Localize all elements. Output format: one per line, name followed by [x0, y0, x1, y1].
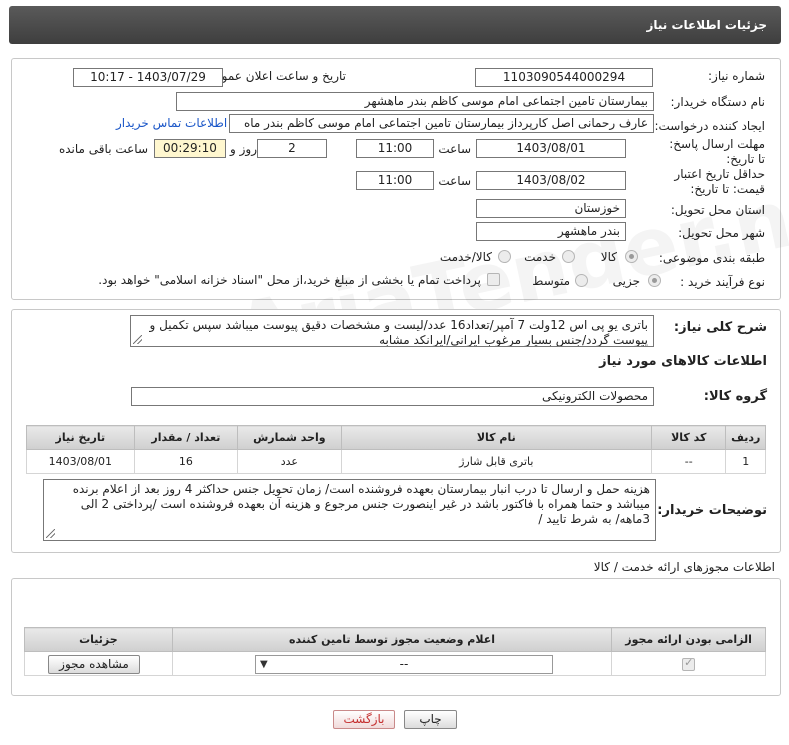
deadline-label: مهلت ارسال پاسخ: تا تاریخ: — [669, 137, 765, 166]
validity-date-field: 1403/08/02 — [476, 171, 626, 190]
validity-time-field: 11:00 — [356, 171, 434, 190]
permit-required-cell — [611, 651, 766, 676]
col-date: تاریخ نیاز — [26, 425, 135, 450]
category-option-goods-service: کالا/خدمت — [439, 250, 492, 264]
cell-row: 1 — [725, 449, 766, 474]
process-radio-minor[interactable] — [648, 274, 661, 287]
province-field: خوزستان — [476, 199, 626, 218]
category-option-service: خدمت — [524, 250, 556, 264]
col-quantity: تعداد / مقدار — [133, 425, 239, 450]
goods-table-header: ردیف کد کالا نام کالا واحد شمارش تعداد /… — [26, 425, 766, 450]
days-remaining-field: 2 — [257, 139, 327, 158]
days-label: روز و — [230, 142, 257, 156]
need-number-label: شماره نیاز: — [708, 69, 765, 83]
process-label: نوع فرآیند خرید : — [680, 275, 765, 289]
summary-label: شرح کلی نیاز: — [673, 320, 767, 335]
validity-label: حداقل تاریخ اعتبار قیمت: تا تاریخ: — [674, 167, 765, 196]
city-field: بندر ماهشهر — [476, 222, 626, 241]
buyer-notes-text: هزینه حمل و ارسال تا درب انبار بیمارستان… — [72, 482, 650, 526]
permits-table-header: الزامی بودن ارائه مجوز اعلام وضعیت مجوز … — [24, 627, 766, 652]
buyer-notes-textarea: هزینه حمل و ارسال تا درب انبار بیمارستان… — [43, 479, 656, 541]
deadline-date-field: 1403/08/01 — [476, 139, 626, 158]
province-label: استان محل تحویل: — [670, 203, 765, 217]
goods-group-label: گروه کالا: — [703, 389, 767, 404]
summary-text: باتری یو پی اس 12ولت 7 آمپر/تعداد16 عدد/… — [149, 318, 648, 347]
goods-group-field: محصولات الکترونیکی — [131, 387, 654, 406]
col-name: نام کالا — [340, 425, 652, 450]
permit-status-select[interactable]: -- ▼ — [255, 655, 553, 674]
resize-grip-icon[interactable] — [46, 529, 55, 538]
time-remaining-label: ساعت باقی مانده — [58, 142, 148, 156]
deadline-time-field: 11:00 — [356, 139, 434, 158]
table-row: 1 -- باتری قابل شارژ عدد 16 1403/08/01 — [26, 449, 766, 474]
city-label: شهر محل تحویل: — [678, 226, 765, 240]
category-radio-service[interactable] — [562, 250, 575, 263]
view-permit-button[interactable]: مشاهده مجوز — [48, 655, 140, 674]
treasury-payment-checkbox[interactable] — [487, 273, 500, 286]
creator-label: ایجاد کننده درخواست: — [654, 119, 765, 133]
validity-time-label: ساعت — [438, 174, 471, 188]
category-label: طبقه بندی موضوعی: — [658, 251, 765, 265]
permits-title: اطلاعات مجوزهای ارائه خدمت / کالا — [593, 560, 775, 574]
announce-datetime-field: 1403/07/29 - 10:17 — [73, 68, 223, 87]
permit-status-value: -- — [399, 657, 409, 671]
col-code: کد کالا — [650, 425, 727, 450]
resize-grip-icon[interactable] — [133, 335, 142, 344]
treasury-payment-text: پرداخت تمام یا بخشی از مبلغ خرید،از محل … — [98, 273, 481, 287]
buyer-field: بیمارستان تامین اجتماعی امام موسی کاظم ب… — [176, 92, 654, 111]
need-number-field: 1103090544000294 — [475, 68, 653, 87]
category-radio-goods-service[interactable] — [498, 250, 511, 263]
time-remaining-field: 00:29:10 — [154, 139, 226, 158]
cell-quantity: 16 — [133, 449, 239, 474]
process-option-minor: جزیی — [612, 274, 640, 288]
cell-unit: عدد — [237, 449, 342, 474]
col-unit: واحد شمارش — [237, 425, 342, 450]
col-permit-status: اعلام وضعیت مجوز توسط تامین کننده — [171, 627, 613, 652]
deadline-time-label: ساعت — [438, 142, 471, 156]
page-title: جزئیات اطلاعات نیاز — [646, 18, 767, 32]
buyer-notes-label: توضیحات خریدار: — [657, 503, 767, 518]
creator-field: عارف رحمانی اصل کارپرداز بیمارستان تامین… — [229, 114, 654, 133]
process-option-medium: متوسط — [532, 274, 570, 288]
category-radio-goods[interactable] — [625, 250, 638, 263]
goods-table: ردیف کد کالا نام کالا واحد شمارش تعداد /… — [26, 425, 766, 474]
col-permit-details: جزئیات — [24, 627, 173, 652]
col-row: ردیف — [725, 425, 766, 450]
print-button[interactable]: چاپ — [404, 710, 457, 729]
buyer-label: نام دستگاه خریدار: — [670, 95, 766, 109]
back-button[interactable]: بازگشت — [333, 710, 395, 729]
page-header: جزئیات اطلاعات نیاز — [9, 6, 781, 44]
category-option-goods: کالا — [600, 250, 617, 264]
process-radio-medium[interactable] — [575, 274, 588, 287]
summary-textarea: باتری یو پی اس 12ولت 7 آمپر/تعداد16 عدد/… — [130, 315, 654, 347]
buyer-contact-link[interactable]: اطلاعات تماس خریدار — [116, 116, 227, 130]
col-permit-required: الزامی بودن ارائه مجوز — [611, 627, 766, 652]
permit-required-checkbox — [682, 656, 696, 671]
cell-code: -- — [650, 449, 727, 474]
chevron-down-icon: ▼ — [260, 659, 268, 670]
cell-date: 1403/08/01 — [26, 449, 135, 474]
goods-section-title: اطلاعات کالاهای مورد نیاز — [599, 354, 767, 369]
cell-name: باتری قابل شارژ — [340, 449, 652, 474]
